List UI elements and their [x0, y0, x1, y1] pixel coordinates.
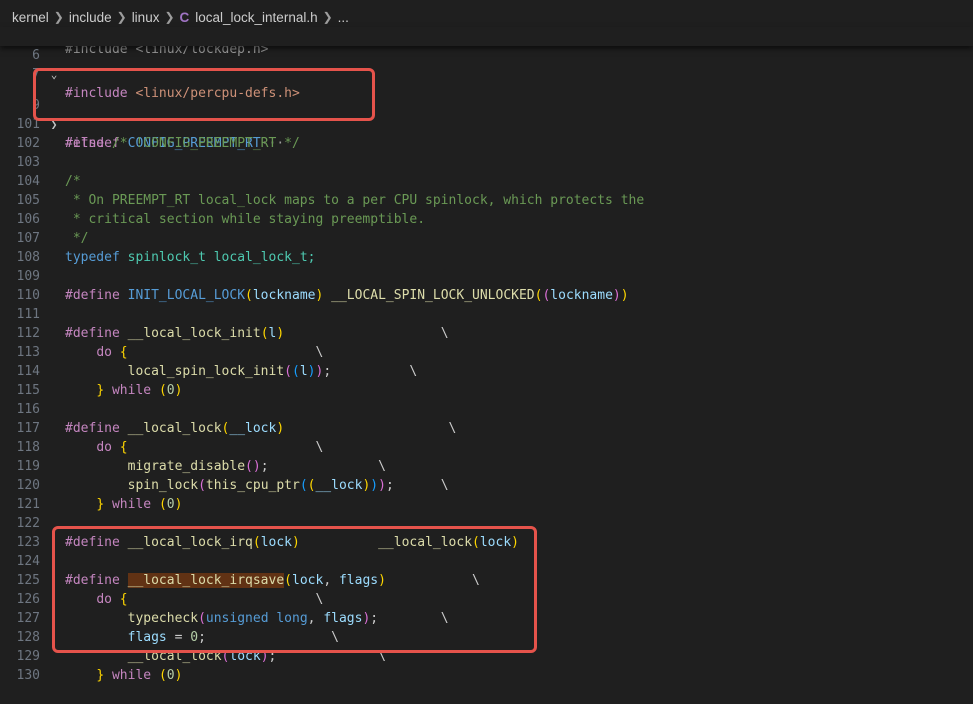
chevron-right-icon: ❯ [53, 10, 64, 24]
code-line: 111 #define __local_lock_init(l) \ [0, 286, 973, 341]
code-line: 126 typecheck(unsigned long, flags); \ [0, 571, 973, 626]
code-line: 110 [0, 267, 973, 303]
code-line: 128 __local_lock(lock); \ [0, 609, 973, 664]
breadcrumb-file[interactable]: local_lock_internal.h [195, 10, 317, 25]
breadcrumb-more[interactable]: ... [338, 10, 349, 25]
code-line: 120 } while (0) [0, 457, 973, 512]
code-line: 104 * On PREEMPT_RT local_lock maps to a… [0, 153, 973, 208]
token: 0 [166, 668, 175, 683]
line-number: 6 [32, 48, 40, 63]
code-line: 127 flags = 0; \ [0, 590, 973, 645]
code-line: 113 local_spin_lock_init((l)); \ [0, 324, 973, 379]
code-line: 102 [0, 115, 973, 151]
code-line: 130 [0, 647, 973, 683]
code-line: 124 #define __local_lock_irqsave(lock, f… [0, 533, 973, 588]
token: while [111, 668, 152, 683]
code-line: 108 [0, 229, 973, 265]
code-line: 119 spin_lock(this_cpu_ptr((__lock))); \ [0, 438, 973, 493]
code-line: 118 migrate_disable(); \ [0, 419, 973, 474]
chevron-down-icon[interactable]: ⌄ [48, 65, 60, 84]
sticky-scroll-header[interactable]: 6 ⌄ #include <linux/percpu-defs.h> [0, 27, 973, 101]
breadcrumb-kernel[interactable]: kernel [12, 10, 49, 25]
breadcrumb-linux[interactable]: linux [132, 10, 160, 25]
code-line: 112 do { \ [0, 305, 973, 360]
code-line: 107 typedef spinlock_t local_lock_t; [0, 210, 973, 265]
code-line: 115 [0, 362, 973, 398]
c-file-icon: C [179, 9, 190, 25]
chevron-right-icon: ❯ [322, 10, 333, 24]
code-line: 103 /* [0, 134, 973, 189]
token: ( [158, 668, 167, 683]
line-number: 130 [16, 668, 40, 683]
sticky-code-line: #include <linux/percpu-defs.h> [65, 86, 300, 101]
code-line: 121 [0, 476, 973, 512]
code-line: 106 */ [0, 191, 973, 246]
breadcrumb-include[interactable]: include [69, 10, 112, 25]
token: ) [174, 668, 183, 683]
code-line: 105 * critical section while staying pre… [0, 172, 973, 227]
code-line: 129 } while (0) [0, 628, 973, 683]
code-line: 116 #define __local_lock(__lock) \ [0, 381, 973, 436]
code-line: 122 #define __local_lock_irq(lock) __loc… [0, 495, 973, 550]
code-line: 109 #define INIT_LOCAL_LOCK(lockname) __… [0, 248, 973, 303]
code-line: 125 do { \ [0, 552, 973, 607]
token: } [96, 668, 105, 683]
code-line: 117 do { \ [0, 400, 973, 455]
code-line: 123 [0, 514, 973, 550]
code-line: 114 } while (0) [0, 343, 973, 398]
chevron-right-icon: ❯ [116, 10, 127, 24]
chevron-right-icon: ❯ [164, 10, 175, 24]
